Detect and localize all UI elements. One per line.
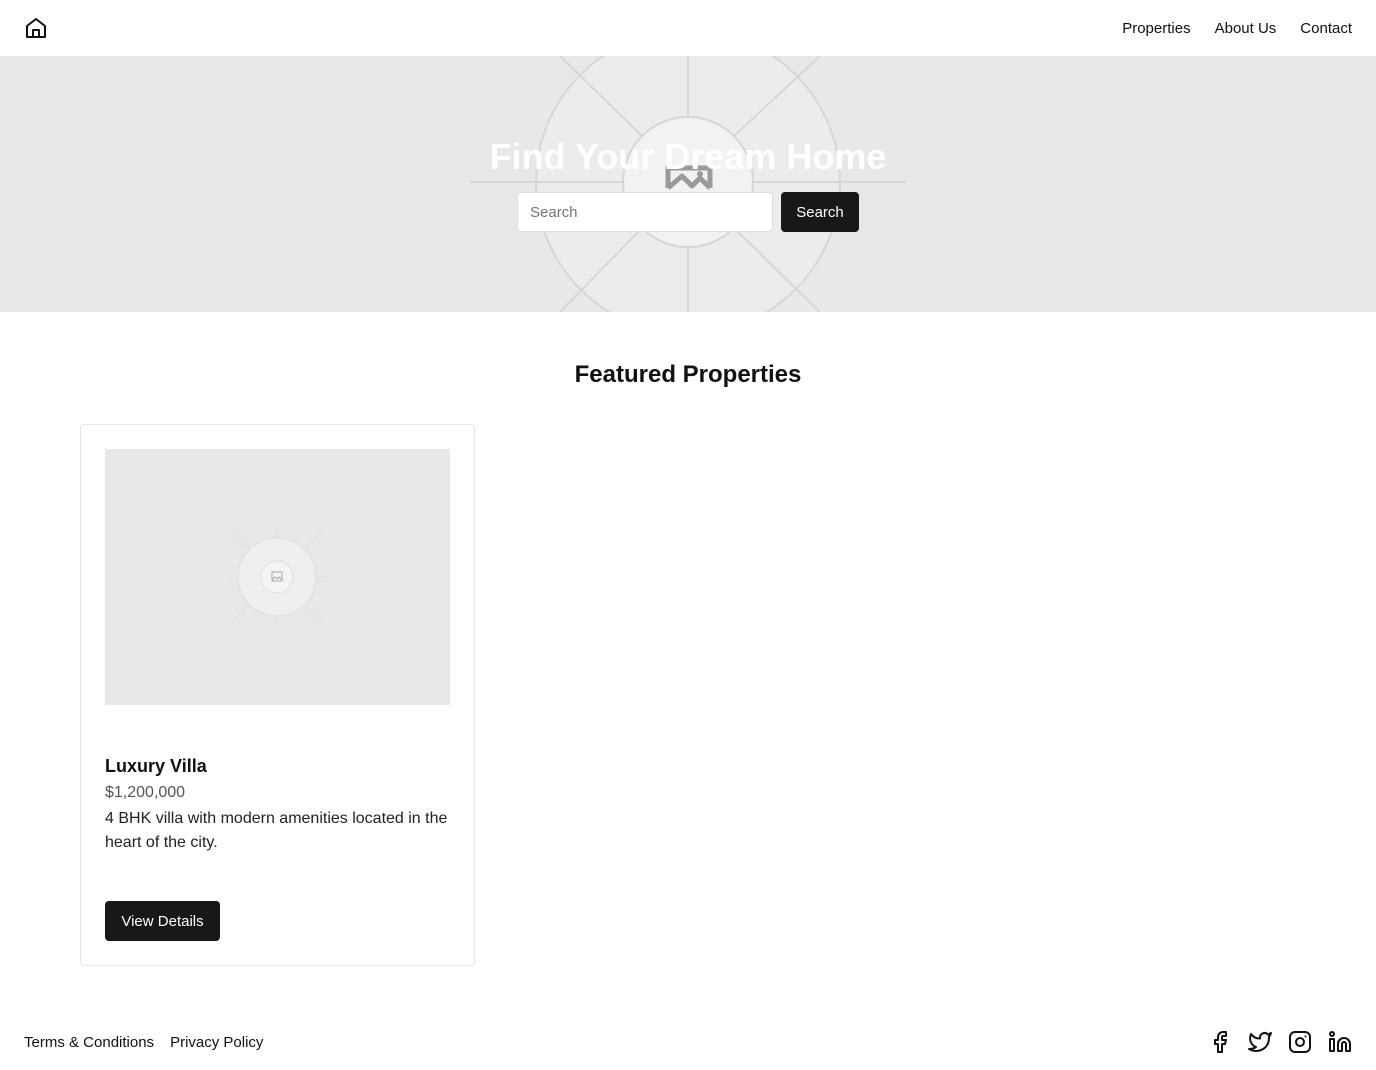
property-title: Luxury Villa [105,756,207,776]
image-placeholder-icon [470,56,906,312]
instagram-icon[interactable] [1288,1030,1312,1054]
main-nav: Properties About Us Contact [1122,20,1352,37]
search-input[interactable] [517,192,773,232]
twitter-icon[interactable] [1248,1030,1272,1054]
social-links [1208,1030,1352,1054]
facebook-icon[interactable] [1208,1030,1232,1054]
nav-contact[interactable]: Contact [1300,20,1352,37]
search-bar: Search [517,192,859,232]
property-card: Luxury Villa $1,200,000 4 BHK villa with… [80,424,475,966]
property-image [105,449,450,705]
nav-properties[interactable]: Properties [1122,20,1190,37]
site-footer: Terms & Conditions Privacy Policy [0,1022,1376,1062]
hero-banner: Find Your Dream Home Search [0,56,1376,312]
home-icon[interactable] [24,16,48,40]
terms-link[interactable]: Terms & Conditions [24,1034,154,1051]
hero-title: Find Your Dream Home [489,136,887,177]
privacy-link[interactable]: Privacy Policy [170,1034,263,1051]
image-placeholder-icon [227,527,327,627]
footer-links: Terms & Conditions Privacy Policy [24,1034,263,1051]
property-price: $1,200,000 [105,784,186,801]
site-header: Properties About Us Contact [0,0,1376,56]
linkedin-icon[interactable] [1328,1030,1352,1054]
view-details-button[interactable]: View Details [105,901,220,941]
property-description: 4 BHK villa with modern amenities locate… [105,810,448,851]
nav-about-us[interactable]: About Us [1215,20,1277,37]
featured-properties-title: Featured Properties [574,361,802,388]
search-button[interactable]: Search [781,192,859,232]
